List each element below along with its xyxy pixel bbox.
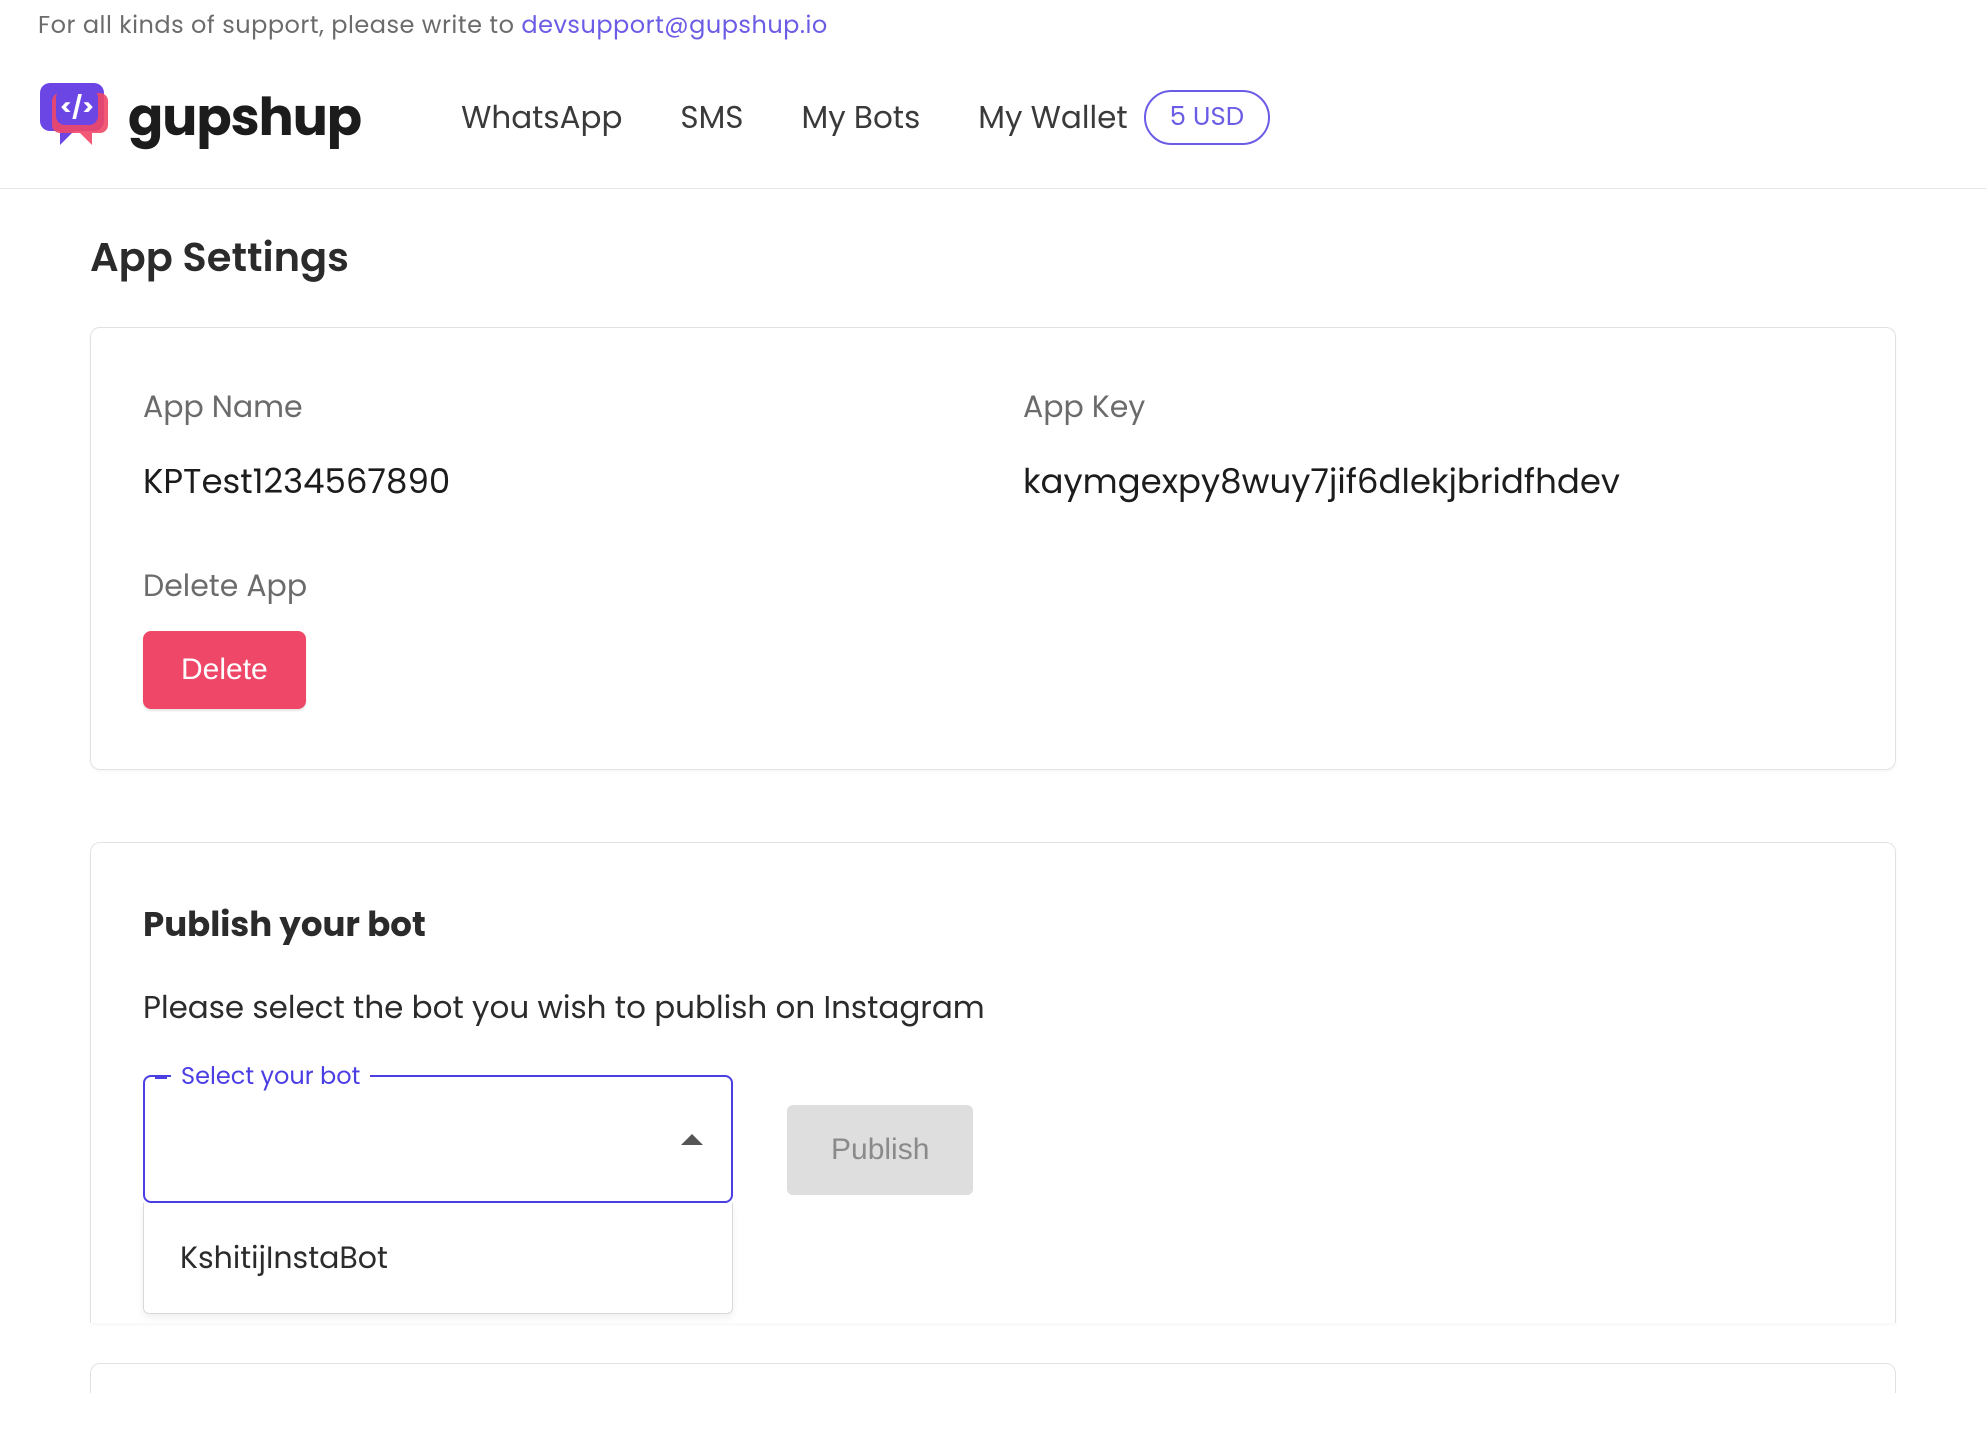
svg-text:</>: </>	[60, 92, 94, 123]
delete-app-label: Delete App	[143, 563, 1843, 609]
nav-mywallet[interactable]: My Wallet 5 USD	[978, 90, 1270, 145]
bot-select-label: Select your bot	[171, 1059, 370, 1094]
gupshup-mark-icon: </>	[38, 75, 116, 160]
next-card-peek	[90, 1363, 1896, 1393]
delete-button[interactable]: Delete	[143, 631, 306, 709]
nav-sms[interactable]: SMS	[680, 94, 743, 141]
publish-title: Publish your bot	[143, 899, 1843, 950]
app-name-label: App Name	[143, 384, 963, 430]
nav-mywallet-label: My Wallet	[978, 94, 1127, 141]
support-email-link[interactable]: devsupport@gupshup.io	[521, 9, 827, 42]
nav-whatsapp[interactable]: WhatsApp	[461, 94, 622, 141]
navbar: </> gupshup WhatsApp SMS My Bots My Wall…	[0, 47, 1986, 189]
app-key-label: App Key	[1023, 384, 1843, 430]
nav-items: WhatsApp SMS My Bots My Wallet 5 USD	[461, 90, 1270, 145]
publish-card: Publish your bot Please select the bot y…	[90, 842, 1896, 1323]
publish-button[interactable]: Publish	[787, 1105, 973, 1195]
bot-option[interactable]: KshitijInstaBot	[144, 1203, 732, 1313]
nav-mybots[interactable]: My Bots	[802, 94, 921, 141]
app-key-value: kaymgexpy8wuy7jif6dlekjbridfhdev	[1023, 456, 1843, 507]
support-notice: For all kinds of support, please write t…	[0, 0, 1986, 47]
bot-select-dropdown: KshitijInstaBot	[143, 1203, 733, 1314]
page-title: App Settings	[90, 227, 1896, 287]
app-name-value: KPTest1234567890	[143, 456, 963, 507]
caret-up-icon	[681, 1134, 703, 1145]
bot-select-wrap: Select your bot KshitijInstaBot	[143, 1075, 733, 1203]
app-settings-card: App Name KPTest1234567890 App Key kaymge…	[90, 327, 1896, 770]
bot-select[interactable]	[143, 1075, 733, 1203]
wallet-balance-badge: 5 USD	[1144, 90, 1270, 145]
brand-logo[interactable]: </> gupshup	[38, 75, 361, 160]
support-text: For all kinds of support, please write t…	[38, 9, 521, 42]
publish-description: Please select the bot you wish to publis…	[143, 984, 1843, 1031]
page-content: App Settings App Name KPTest1234567890 A…	[0, 189, 1986, 1453]
brand-name: gupshup	[128, 79, 361, 157]
